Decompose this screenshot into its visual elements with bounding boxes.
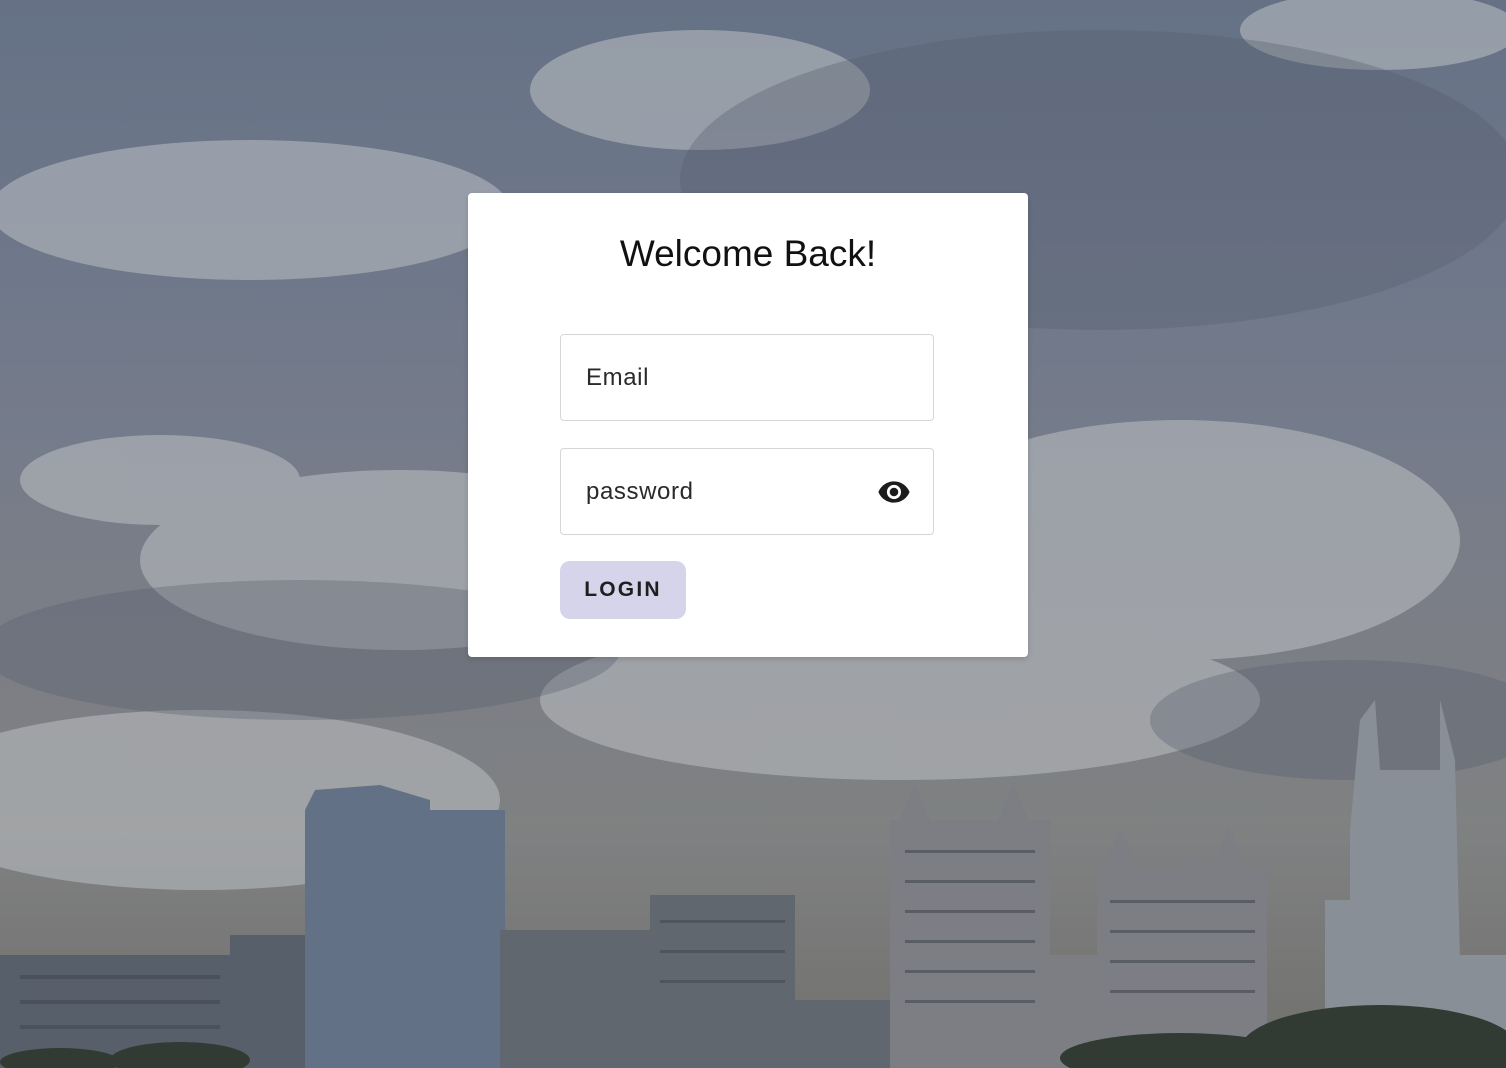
password-field-container[interactable] xyxy=(560,448,934,535)
email-field[interactable] xyxy=(586,335,866,420)
login-card: Welcome Back! LOGIN xyxy=(468,193,1028,657)
email-field-container[interactable] xyxy=(560,334,934,421)
page-title: Welcome Back! xyxy=(619,233,877,274)
password-field[interactable] xyxy=(586,449,866,534)
login-button[interactable]: LOGIN xyxy=(560,561,686,619)
eye-icon[interactable] xyxy=(875,475,913,509)
